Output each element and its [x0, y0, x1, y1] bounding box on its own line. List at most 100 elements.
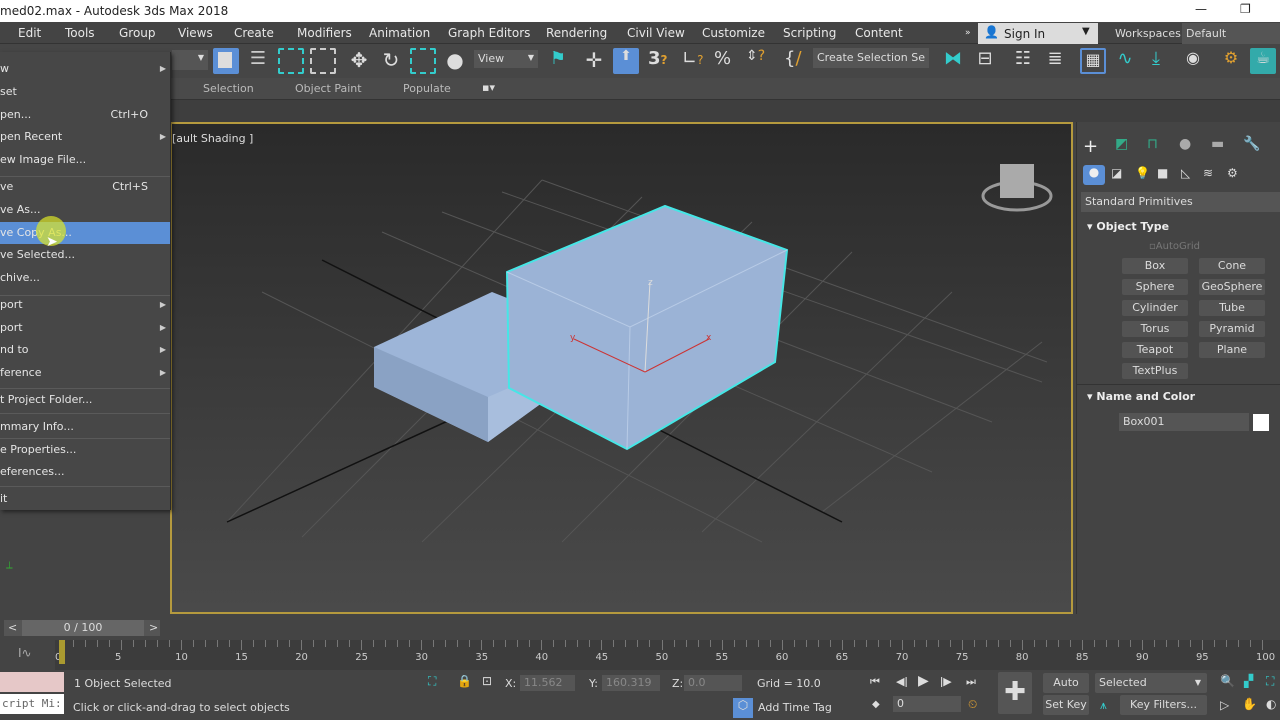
- teapot-button[interactable]: Teapot: [1122, 342, 1188, 358]
- rect-selection-icon[interactable]: [278, 48, 304, 74]
- name-color-rollout[interactable]: ▾ Name and Color: [1087, 390, 1195, 403]
- cylinder-button[interactable]: Cylinder: [1122, 300, 1188, 316]
- zoom-icon[interactable]: 🔍: [1220, 674, 1235, 688]
- isolate-selection-icon[interactable]: ⛶: [428, 674, 436, 689]
- file-menu-item[interactable]: pen... Ctrl+O: [0, 104, 170, 126]
- layer-explorer-icon[interactable]: ≣: [1042, 48, 1068, 74]
- geosphere-button[interactable]: GeoSphere: [1199, 279, 1265, 295]
- auto-key-button[interactable]: Auto Key: [1043, 673, 1089, 709]
- z-coordinate-field[interactable]: 0.0: [684, 675, 742, 691]
- material-editor-icon[interactable]: ◉: [1180, 48, 1206, 74]
- go-to-end-icon[interactable]: ⏭: [966, 675, 976, 689]
- angle-snap-icon[interactable]: ∟?: [682, 48, 708, 74]
- hierarchy-tab-icon[interactable]: ⊓: [1147, 136, 1158, 152]
- file-menu-item[interactable]: e Properties...: [0, 439, 170, 461]
- plane-button[interactable]: Plane: [1199, 342, 1265, 358]
- object-color-swatch[interactable]: [1253, 414, 1269, 431]
- menu-rendering[interactable]: Rendering: [546, 26, 607, 40]
- shapes-icon[interactable]: ◪: [1111, 166, 1122, 180]
- file-menu-item[interactable]: ve Ctrl+S: [0, 176, 170, 198]
- autogrid-checkbox[interactable]: ▫AutoGrid: [1149, 241, 1200, 252]
- file-menu-item[interactable]: port ▶: [0, 294, 170, 316]
- move-icon[interactable]: ✥: [346, 48, 372, 74]
- render-frame-icon[interactable]: ☕: [1250, 48, 1276, 74]
- pan-icon[interactable]: ✋: [1242, 697, 1257, 711]
- scale-icon[interactable]: [410, 48, 436, 74]
- field-of-view-icon[interactable]: ▷: [1220, 698, 1229, 712]
- key-mode-toggle-icon[interactable]: ◆: [872, 699, 880, 710]
- set-key-button[interactable]: Set Key: [1043, 695, 1089, 715]
- time-slider-handle[interactable]: [59, 640, 65, 664]
- select-manipulate-icon[interactable]: ✛: [581, 48, 607, 74]
- frame-display[interactable]: 0 / 100: [22, 620, 144, 636]
- file-menu-item[interactable]: pen Recent ▶: [0, 126, 170, 148]
- menu-modifiers[interactable]: Modifiers: [297, 26, 352, 40]
- menu-scripting[interactable]: Scripting: [783, 26, 836, 40]
- x-coordinate-field[interactable]: 11.562: [520, 675, 575, 691]
- utilities-tab-icon[interactable]: 🔧: [1243, 136, 1260, 152]
- prev-frame-button[interactable]: <: [8, 621, 17, 634]
- curve-editor-toggle-icon[interactable]: I∿: [18, 646, 32, 660]
- file-menu-item[interactable]: chive...: [0, 267, 170, 289]
- file-menu-item[interactable]: ve Selected...: [0, 244, 170, 266]
- select-by-name-icon[interactable]: ☰: [245, 48, 271, 74]
- menu-content[interactable]: Content: [855, 26, 903, 40]
- reference-coord-dropdown[interactable]: View ▼: [474, 50, 538, 68]
- cameras-icon[interactable]: ■: [1157, 166, 1168, 180]
- time-slider[interactable]: < 0 / 100 >: [4, 620, 160, 636]
- next-frame-button[interactable]: >: [149, 621, 158, 634]
- perspective-viewport[interactable]: z x y [ault Shading ]: [170, 122, 1073, 614]
- file-menu-item[interactable]: t Project Folder...: [0, 389, 170, 411]
- placement-icon[interactable]: ●: [442, 48, 468, 74]
- textplus-button[interactable]: TextPlus: [1122, 363, 1188, 379]
- file-menu-item[interactable]: port ▶: [0, 317, 170, 339]
- menu-create[interactable]: Create: [234, 26, 274, 40]
- file-menu-item[interactable]: set: [0, 81, 170, 103]
- motion-tab-icon[interactable]: ●: [1179, 136, 1191, 152]
- minimize-button[interactable]: —: [1195, 2, 1207, 16]
- edit-named-selection-icon[interactable]: {/: [784, 48, 810, 74]
- spinner-snap-icon[interactable]: ⇕?: [746, 48, 772, 74]
- geometry-icon[interactable]: ●: [1083, 165, 1105, 185]
- file-menu-item[interactable]: w ▶: [0, 58, 170, 80]
- window-crossing-icon[interactable]: [310, 48, 336, 74]
- file-menu-item[interactable]: it: [0, 488, 170, 510]
- tube-button[interactable]: Tube: [1199, 300, 1265, 316]
- object-name-input[interactable]: Box001: [1119, 413, 1249, 431]
- selection-filter-dropdown[interactable]: ▼: [172, 50, 208, 70]
- zoom-all-icon[interactable]: ▞: [1244, 674, 1253, 688]
- helpers-icon[interactable]: ◺: [1181, 166, 1190, 180]
- ribbon-options-icon[interactable]: ▪▾: [482, 81, 495, 94]
- maxscript-mini-listener[interactable]: cript Mi:: [0, 694, 64, 714]
- set-keys-button[interactable]: ✚: [998, 672, 1032, 714]
- selection-lock-icon[interactable]: 🔒: [457, 674, 472, 688]
- file-menu-item[interactable]: eferences...: [0, 461, 170, 483]
- file-menu-item[interactable]: mmary Info...: [0, 416, 170, 438]
- next-key-icon[interactable]: ǀ▶: [940, 675, 952, 688]
- render-setup-icon[interactable]: ⚙: [1218, 48, 1244, 74]
- rotate-icon[interactable]: ↻: [378, 48, 404, 74]
- absolute-mode-icon[interactable]: ⊡: [482, 674, 492, 688]
- go-to-start-icon[interactable]: ⏮: [870, 675, 880, 689]
- keyboard-shortcut-override-icon[interactable]: ⬆: [613, 48, 639, 74]
- sphere-button[interactable]: Sphere: [1122, 279, 1188, 295]
- ribbon-tab-selection[interactable]: Selection: [203, 82, 254, 95]
- file-menu-item[interactable]: ew Image File...: [0, 149, 170, 171]
- time-tag-icon[interactable]: ⬡: [733, 698, 753, 718]
- menu-edit[interactable]: Edit: [18, 26, 41, 40]
- workspace-select[interactable]: Default: [1182, 23, 1280, 44]
- ribbon-toggle-icon[interactable]: ▦: [1080, 48, 1106, 74]
- ribbon-tab-populate[interactable]: Populate: [403, 82, 451, 95]
- restore-button[interactable]: ❐: [1240, 2, 1251, 16]
- viewport-label[interactable]: [ault Shading ]: [172, 132, 253, 145]
- schematic-view-icon[interactable]: ⤓: [1143, 48, 1169, 74]
- display-tab-icon[interactable]: ▬: [1211, 136, 1224, 152]
- menu-animation[interactable]: Animation: [369, 26, 430, 40]
- add-time-tag-button[interactable]: Add Time Tag: [758, 701, 832, 714]
- menu-views[interactable]: Views: [178, 26, 213, 40]
- mirror-icon[interactable]: ⧓: [940, 48, 966, 74]
- file-menu-item[interactable]: nd to ▶: [0, 339, 170, 361]
- pyramid-button[interactable]: Pyramid: [1199, 321, 1265, 337]
- select-object-icon[interactable]: [213, 48, 239, 74]
- time-configuration-icon[interactable]: ⏲: [968, 697, 977, 712]
